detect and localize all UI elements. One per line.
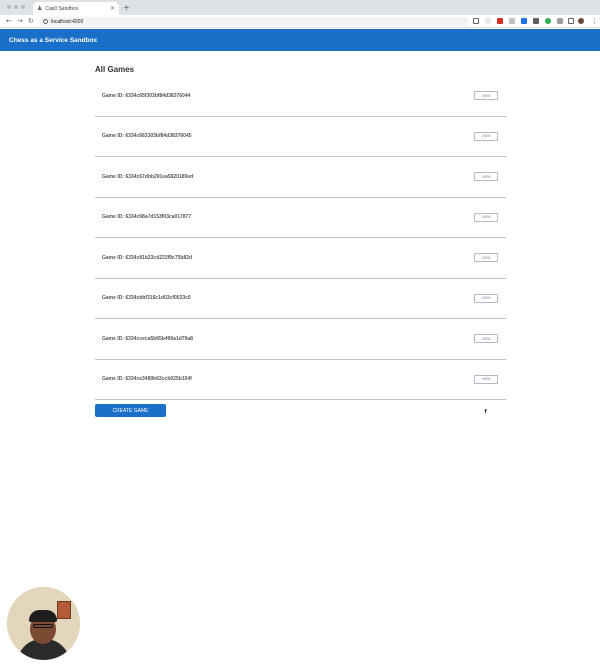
game-row: Game ID: 6334cbbf316c1d03cf0033c0 VIEW [95,279,506,319]
game-id: Game ID: 6334c81b23cd222f9c75b82d [102,254,193,261]
extension-red-icon[interactable] [497,18,503,24]
new-tab-button[interactable]: + [123,3,130,12]
extension-gray-icon[interactable] [509,18,515,24]
bookmark-star-icon[interactable] [485,18,491,24]
game-row: Game ID: 6334c68a7d153f03ca017877 VIEW [95,198,506,238]
game-row: Game ID: 6334cceca5b65b490a1d79a8 VIEW [95,319,506,360]
app-title: Chess as a Service Sandbox [9,36,98,44]
page-title: All Games [95,65,135,74]
view-game-button[interactable]: VIEW [474,172,498,182]
extensions-puzzle-icon[interactable] [557,18,563,24]
game-row: Game ID: 6334c65f303bf84d38376044 VIEW [95,76,506,117]
url-text: localhost:4200 [51,18,84,25]
share-icon[interactable] [473,18,479,24]
browser-toolbar: ← → ↻ localhost:4200 ⋮ [0,15,600,28]
close-window-dot[interactable] [7,5,11,9]
back-arrow-icon[interactable]: ← [6,17,12,25]
extension-green-icon[interactable] [545,18,551,24]
person-cap [29,610,57,622]
minimize-window-dot[interactable] [14,5,18,9]
games-list: Game ID: 6334c65f303bf84d38376044 VIEW G… [95,76,506,400]
forward-arrow-icon[interactable]: → [17,17,23,25]
maximize-window-dot[interactable] [21,5,25,9]
game-id: Game ID: 6334c68a7d153f03ca017877 [102,214,192,221]
close-tab-icon[interactable]: × [110,5,115,12]
view-game-button[interactable]: VIEW [474,293,498,303]
mouse-cursor-icon [484,408,490,415]
person-glasses [33,624,53,628]
wall-picture-frame [57,601,71,619]
game-id: Game ID: 6334c65f303bf84d38376044 [102,92,191,99]
address-bar[interactable]: localhost:4200 [39,17,469,26]
profile-avatar[interactable] [578,18,584,24]
info-icon[interactable] [43,19,48,24]
game-id: Game ID: 6334c67dbb291ea5920189ed [102,173,194,180]
tab-title: Cas0 Sandbox [45,5,79,12]
app-header: Chess as a Service Sandbox [0,29,600,51]
view-game-button[interactable]: VIEW [474,91,498,101]
kebab-menu-icon[interactable]: ⋮ [591,17,598,25]
browser-tab-bar: ♟ Cas0 Sandbox × + [0,0,600,15]
view-game-button[interactable]: VIEW [474,374,498,384]
game-id: Game ID: 6334cbbf316c1d03cf0033c0 [102,295,191,302]
extension-blue-icon[interactable] [521,18,527,24]
view-game-button[interactable]: VIEW [474,334,498,344]
side-panel-icon[interactable] [568,18,574,24]
game-row: Game ID: 6334c663303bf84d38376045 VIEW [95,117,506,157]
view-game-button[interactable]: VIEW [474,131,498,141]
extension-dark-icon[interactable] [533,18,539,24]
game-id: Game ID: 6334c663303bf84d38376045 [102,133,192,140]
reload-icon[interactable]: ↻ [28,17,34,25]
view-game-button[interactable]: VIEW [474,253,498,263]
game-id: Game ID: 6334ce3489b62ccb025b104f [102,376,192,383]
chess-pawn-icon: ♟ [37,5,43,12]
game-id: Game ID: 6334cceca5b65b490a1d79a8 [102,335,193,342]
webcam-overlay [7,587,80,660]
view-game-button[interactable]: VIEW [474,212,498,222]
game-row: Game ID: 6334c67dbb291ea5920189ed VIEW [95,157,506,198]
browser-tab[interactable]: ♟ Cas0 Sandbox × [33,2,119,15]
game-row: Game ID: 6334c81b23cd222f9c75b82d VIEW [95,238,506,279]
game-row: Game ID: 6334ce3489b62ccb025b104f VIEW [95,360,506,400]
create-game-button[interactable]: CREATE GAME [95,404,166,417]
